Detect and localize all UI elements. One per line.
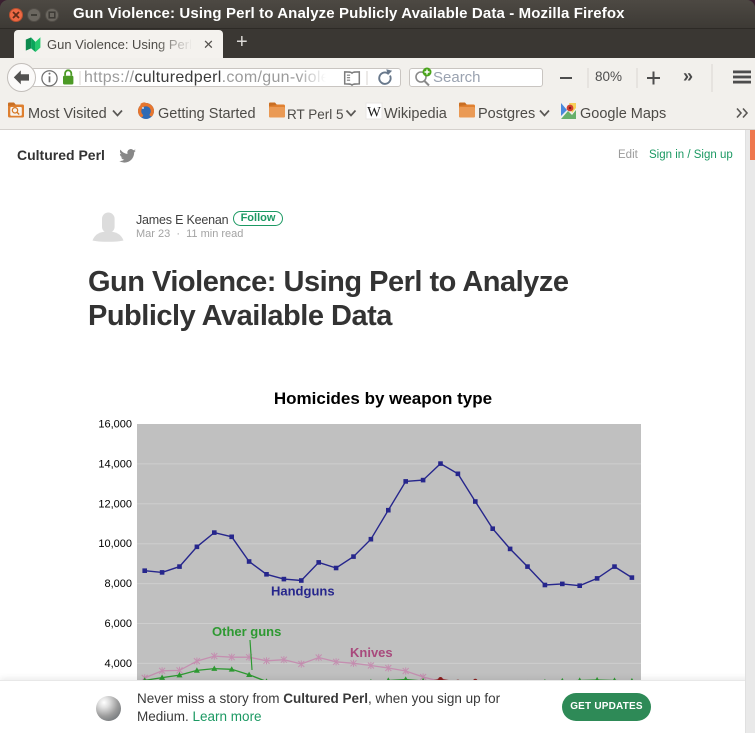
svg-text:12,000: 12,000 [98, 498, 132, 510]
svg-text:W: W [367, 105, 381, 121]
svg-text:Handguns: Handguns [271, 584, 335, 599]
svg-text:Homicides by weapon type: Homicides by weapon type [274, 389, 492, 408]
svg-text:14,000: 14,000 [98, 458, 132, 470]
svg-text:10,000: 10,000 [98, 538, 132, 550]
svg-text:4,000: 4,000 [104, 658, 132, 670]
svg-text:Other guns: Other guns [212, 624, 281, 639]
svg-text:Knives: Knives [350, 645, 393, 660]
svg-text:6,000: 6,000 [104, 618, 132, 630]
svg-text:8,000: 8,000 [104, 578, 132, 590]
svg-text:16,000: 16,000 [98, 419, 132, 431]
